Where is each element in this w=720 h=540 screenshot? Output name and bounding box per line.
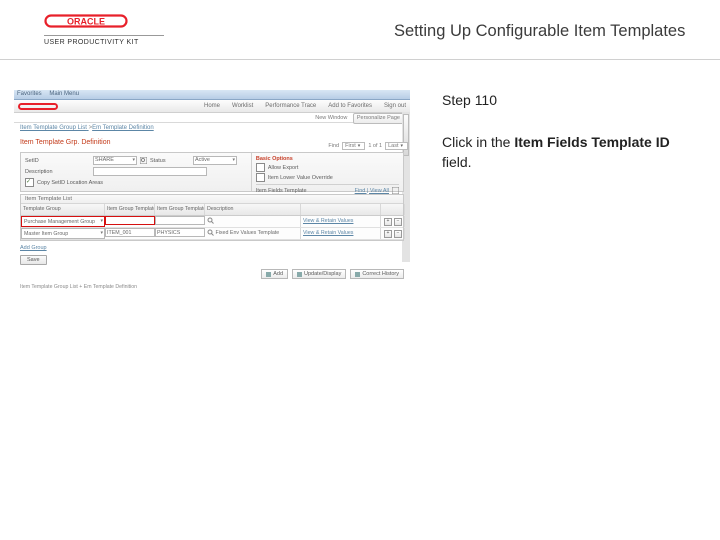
row-description-text: Fixed Env Values Template — [215, 230, 279, 236]
row-remove-button[interactable]: − — [394, 230, 402, 238]
th-description: Description — [205, 204, 301, 215]
mini-nav-trace[interactable]: Performance Trace — [265, 103, 316, 109]
mini-breadcrumb: Item Template Group List Em Template Def… — [14, 123, 410, 137]
logo-divider — [44, 35, 164, 36]
table-header: Template Group Item Group Template ID It… — [21, 204, 403, 216]
lookup-icon[interactable] — [207, 229, 214, 236]
row-description-cell — [205, 216, 301, 227]
basic-options-header: Basic Options — [256, 156, 293, 162]
setid-label: SetID — [25, 158, 90, 164]
th-blank — [301, 204, 381, 215]
breadcrumb-item[interactable]: Em Template Definition — [89, 125, 154, 131]
lower-value-checkbox[interactable] — [256, 173, 265, 182]
footer-history-button[interactable]: Correct History — [350, 269, 404, 279]
footer-add-button[interactable]: Add — [261, 269, 288, 279]
grid-icon[interactable] — [392, 187, 399, 194]
template-id-a-input[interactable]: ITEM_001 — [105, 228, 155, 237]
upk-label: USER PRODUCTIVITY KIT — [44, 39, 374, 46]
table-row: Purchase Management Group View & Retain … — [21, 216, 403, 228]
mini-subbar: New Window Personalize Page — [14, 113, 410, 123]
row-add-button[interactable]: + — [384, 218, 392, 226]
mini-oracle-logo-icon — [18, 103, 58, 110]
th-template-id-a: Item Group Template ID — [105, 204, 155, 215]
description-label: Description — [25, 169, 90, 175]
mini-caption: Item Template Group List + Em Template D… — [14, 283, 410, 291]
mini-nav-signout[interactable]: Sign out — [384, 103, 406, 109]
mini-first-button[interactable]: First — [342, 142, 365, 150]
screenshot-pane: Favorites Main Menu Home Worklist Perfor… — [0, 60, 418, 320]
mini-new-window-link[interactable]: New Window — [315, 115, 347, 121]
instr-pre: Click in the — [442, 134, 514, 150]
find-viewall-link[interactable]: Find | View All — [355, 188, 389, 194]
plus-icon — [266, 272, 271, 277]
mini-fav-item[interactable]: Favorites — [14, 90, 45, 98]
mini-definition-block: SetID SHARE Status Active Description — [20, 152, 404, 192]
th-template-group: Template Group — [21, 204, 105, 215]
mini-nav-home[interactable]: Home — [204, 103, 220, 109]
oracle-logo-block: ORACLE USER PRODUCTIVITY KIT — [0, 0, 394, 56]
refresh-icon — [297, 272, 302, 277]
mini-navbar: Home Worklist Performance Trace Add to F… — [14, 100, 410, 113]
allow-export-checkbox[interactable] — [256, 163, 265, 172]
status-label: Status — [150, 158, 190, 164]
copy-label: Copy SetID Location Areas — [37, 180, 103, 186]
lookup-icon[interactable] — [140, 157, 147, 164]
app-screenshot: Favorites Main Menu Home Worklist Perfor… — [14, 90, 410, 320]
add-group-link[interactable]: Add Group — [14, 243, 410, 253]
table-row: Master Item Group ITEM_001 PHYSICS Fixed… — [21, 228, 403, 240]
breadcrumb-item[interactable]: Item Template Group List — [20, 125, 87, 131]
description-input[interactable] — [93, 167, 207, 176]
template-id-b-input[interactable] — [155, 216, 205, 225]
mini-template-list: Item Template List Template Group Item G… — [20, 194, 404, 241]
item-fields-template-id-field[interactable] — [105, 216, 155, 225]
mini-nav-worklist[interactable]: Worklist — [232, 103, 253, 109]
mini-find-link[interactable]: Find — [328, 143, 339, 149]
mini-footer-actions: Add Update/Display Correct History — [14, 267, 410, 283]
template-list-title: Item Template List — [21, 195, 403, 204]
mini-favorites-bar: Favorites Main Menu — [14, 90, 410, 100]
save-button[interactable]: Save — [20, 255, 47, 265]
step-instruction: Click in the Item Fields Template ID fie… — [442, 132, 682, 173]
template-group-select[interactable]: Purchase Management Group — [21, 216, 105, 227]
mini-personalize-button[interactable]: Personalize Page — [353, 113, 404, 124]
item-fields-template-label: Item Fields Template — [256, 188, 307, 194]
lower-value-label: Item Lower Value Override — [268, 175, 333, 181]
mini-last-button[interactable]: Last — [385, 142, 408, 150]
status-select[interactable]: Active — [193, 156, 237, 165]
row-description-cell: Fixed Env Values Template — [205, 228, 301, 239]
main-layout: Favorites Main Menu Home Worklist Perfor… — [0, 60, 720, 320]
instr-post: field. — [442, 154, 472, 170]
allow-export-label: Allow Export — [268, 165, 299, 171]
mini-find-controls: Find First 1 of 1 Last — [328, 142, 408, 150]
row-add-button[interactable]: + — [384, 230, 392, 238]
setid-select[interactable]: SHARE — [93, 156, 137, 165]
svg-text:ORACLE: ORACLE — [67, 17, 105, 27]
template-group-select[interactable]: Master Item Group — [21, 228, 105, 239]
page-header: ORACLE USER PRODUCTIVITY KIT Setting Up … — [0, 0, 720, 60]
page-title: Setting Up Configurable Item Templates — [394, 0, 720, 59]
mini-range-label: 1 of 1 — [368, 143, 382, 149]
history-icon — [355, 272, 360, 277]
lookup-icon[interactable] — [207, 217, 214, 224]
th-ops — [381, 204, 405, 215]
mini-fav-item[interactable]: Main Menu — [46, 90, 82, 98]
copy-checkbox[interactable] — [25, 178, 34, 187]
mini-nav-fav[interactable]: Add to Favorites — [328, 103, 372, 109]
mini-def-left: SetID SHARE Status Active Description — [21, 153, 251, 191]
footer-update-button[interactable]: Update/Display — [292, 269, 346, 279]
row-remove-button[interactable]: − — [394, 218, 402, 226]
instruction-pane: Step 110 Click in the Item Fields Templa… — [418, 60, 720, 173]
view-values-link[interactable]: View & Retain Values — [303, 230, 353, 236]
step-label: Step 110 — [442, 92, 696, 108]
template-id-b-input[interactable]: PHYSICS — [155, 228, 205, 237]
oracle-logo-icon: ORACLE — [44, 14, 128, 28]
instr-bold: Item Fields Template ID — [514, 134, 669, 150]
view-values-link[interactable]: View & Retain Values — [303, 218, 353, 224]
mini-save-row: Save — [14, 253, 410, 267]
th-template-id-b: Item Group Template ID — [155, 204, 205, 215]
mini-def-right: Basic Options Allow Export Item Lower Va… — [251, 153, 403, 191]
